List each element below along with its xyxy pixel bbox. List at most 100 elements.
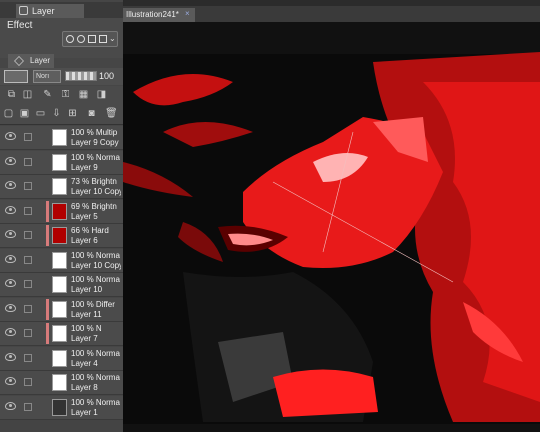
layer-blend-mode: 100 % Norma [71,348,120,358]
eye-icon[interactable] [5,230,16,238]
eye-icon[interactable] [5,303,16,312]
opacity-slider[interactable] [65,71,97,81]
layer-row[interactable]: 100 % N Layer 7 [0,322,123,346]
layer-select-checkbox[interactable] [24,182,32,190]
layer-name[interactable]: Layer 5 [71,212,121,221]
transfer-down-icon[interactable]: ⇩ [51,108,62,119]
trash-icon[interactable]: 🗑 [105,108,118,119]
new-raster-layer-icon[interactable]: ▢ [3,108,14,119]
eye-icon[interactable] [5,279,16,287]
layer-blend-mode: 100 % N [71,324,102,333]
lock-transparent-icon[interactable]: ▦ [78,89,89,100]
new-vector-layer-icon[interactable]: ▣ [19,108,30,119]
layer-stack-icon [14,56,24,66]
layer-color-swatch[interactable] [4,70,28,83]
layer-name[interactable]: Layer 10 Copy [71,261,121,270]
layer-name[interactable]: Layer 4 [71,359,121,368]
layer-thumbnail [52,202,67,220]
layer-select-checkbox[interactable] [24,402,32,411]
layer-select-checkbox[interactable] [24,378,32,386]
chevron-down-icon[interactable]: ⌄ [109,35,117,43]
layer-row[interactable]: 100 % Norma Layer 10 [0,273,123,297]
layer-name[interactable]: Layer 10 [71,285,121,294]
layer-name[interactable]: Layer 10 Copy [71,187,121,196]
layer-name[interactable]: Layer 7 [71,334,121,343]
layer-list: 100 % Multip Layer 9 Copy 100 % Norma Layer… [0,126,123,426]
layer-blend-mode: 73 % Brightn [71,177,117,186]
lock-icon[interactable]: ⚿ [60,89,71,100]
eye-icon[interactable] [5,401,16,410]
layer-select-checkbox[interactable] [24,231,32,239]
clipping-indicator [46,225,49,246]
tab-layer[interactable]: Layer [8,54,54,68]
layer-mask-icon[interactable]: ◙ [86,108,97,119]
tone-icon[interactable] [88,35,96,43]
layer-thumbnail [52,178,67,195]
layer-thumbnail [52,129,67,146]
layer-blend-mode: 100 % Norma [71,152,120,162]
layer-lock-toolbar: ⧉ ◫ ✎ ⚿ ▦ ◨ [0,86,123,104]
layer-row[interactable]: 73 % Brightn Layer 10 Copy [0,175,123,199]
layer-select-checkbox[interactable] [24,157,32,166]
layer-blend-mode: 69 % Brightn [71,201,117,211]
new-folder-icon[interactable]: ▭ [35,108,46,119]
layer-select-checkbox[interactable] [24,206,32,215]
clip-icon[interactable]: ⧉ [6,89,17,100]
canvas[interactable] [123,22,540,432]
eye-icon[interactable] [5,352,16,361]
blend-mode-select[interactable]: Norı [33,70,61,83]
layer-row[interactable]: 100 % Multip Layer 9 Copy [0,126,123,150]
eye-icon[interactable] [5,205,16,214]
mask-icon[interactable]: ◨ [96,89,107,100]
layer-row[interactable]: 100 % Norma Layer 1 [0,395,123,420]
layer-thumbnail [52,276,67,293]
layer-select-checkbox[interactable] [24,329,32,337]
eye-icon[interactable] [5,377,16,385]
wolf-paw [273,369,378,417]
layer-select-checkbox[interactable] [24,280,32,288]
effect-label: Effect [7,20,33,31]
reference-icon[interactable]: ◫ [22,89,33,100]
layer-color-icon[interactable] [99,35,107,43]
layer-thumbnail [52,153,67,171]
layer-select-checkbox[interactable] [24,304,32,313]
layer-row[interactable]: 100 % Norma Layer 8 [0,371,123,395]
artwork-illustration [123,22,540,432]
layer-name[interactable]: Layer 11 [71,310,121,319]
eye-icon[interactable] [5,181,16,189]
eye-icon[interactable] [5,328,16,336]
opacity-value[interactable]: 100 [99,71,114,81]
layer-property-icon [19,6,28,15]
layer-select-checkbox[interactable] [24,133,32,141]
layer-name[interactable]: Layer 1 [71,408,121,417]
eye-icon[interactable] [5,156,16,165]
layer-blend-mode: 100 % Norma [71,373,120,382]
layer-command-toolbar: ▢ ▣ ▭ ⇩ ⊞ ◙ 🗑 [0,104,123,125]
layer-row[interactable]: 69 % Brightn Layer 5 [0,199,123,224]
layer-name[interactable]: Layer 9 [71,163,121,172]
layer-name[interactable]: Layer 9 Copy [71,138,121,147]
eye-icon[interactable] [5,132,16,140]
draft-icon[interactable]: ✎ [42,89,53,100]
layer-row[interactable]: 100 % Norma Layer 9 [0,150,123,175]
effect-buttons[interactable]: ⌄ [62,31,118,47]
layer-thumbnail [52,227,67,244]
layer-blend-mode: 100 % Multip [71,128,118,137]
close-icon[interactable]: × [185,9,190,18]
watercolor-edge-icon[interactable] [77,35,85,43]
eye-icon[interactable] [5,254,16,263]
merge-icon[interactable]: ⊞ [67,108,78,119]
layer-row[interactable]: 100 % Differ Layer 11 [0,297,123,322]
layer-select-checkbox[interactable] [24,353,32,362]
layer-row[interactable]: 100 % Norma Layer 4 [0,346,123,371]
layer-select-checkbox[interactable] [24,255,32,264]
layer-row[interactable]: 100 % Norma Layer 10 Copy [0,248,123,273]
layer-blend-mode: 100 % Norma [71,397,120,407]
layer-name[interactable]: Layer 8 [71,383,121,392]
border-effect-icon[interactable] [66,35,74,43]
tab-layer-property[interactable]: Layer Property [16,4,84,30]
layer-row[interactable]: 66 % Hard Layer 6 [0,224,123,248]
clipping-indicator [46,298,49,320]
layer-thumbnail [52,374,67,391]
layer-name[interactable]: Layer 6 [71,236,121,245]
